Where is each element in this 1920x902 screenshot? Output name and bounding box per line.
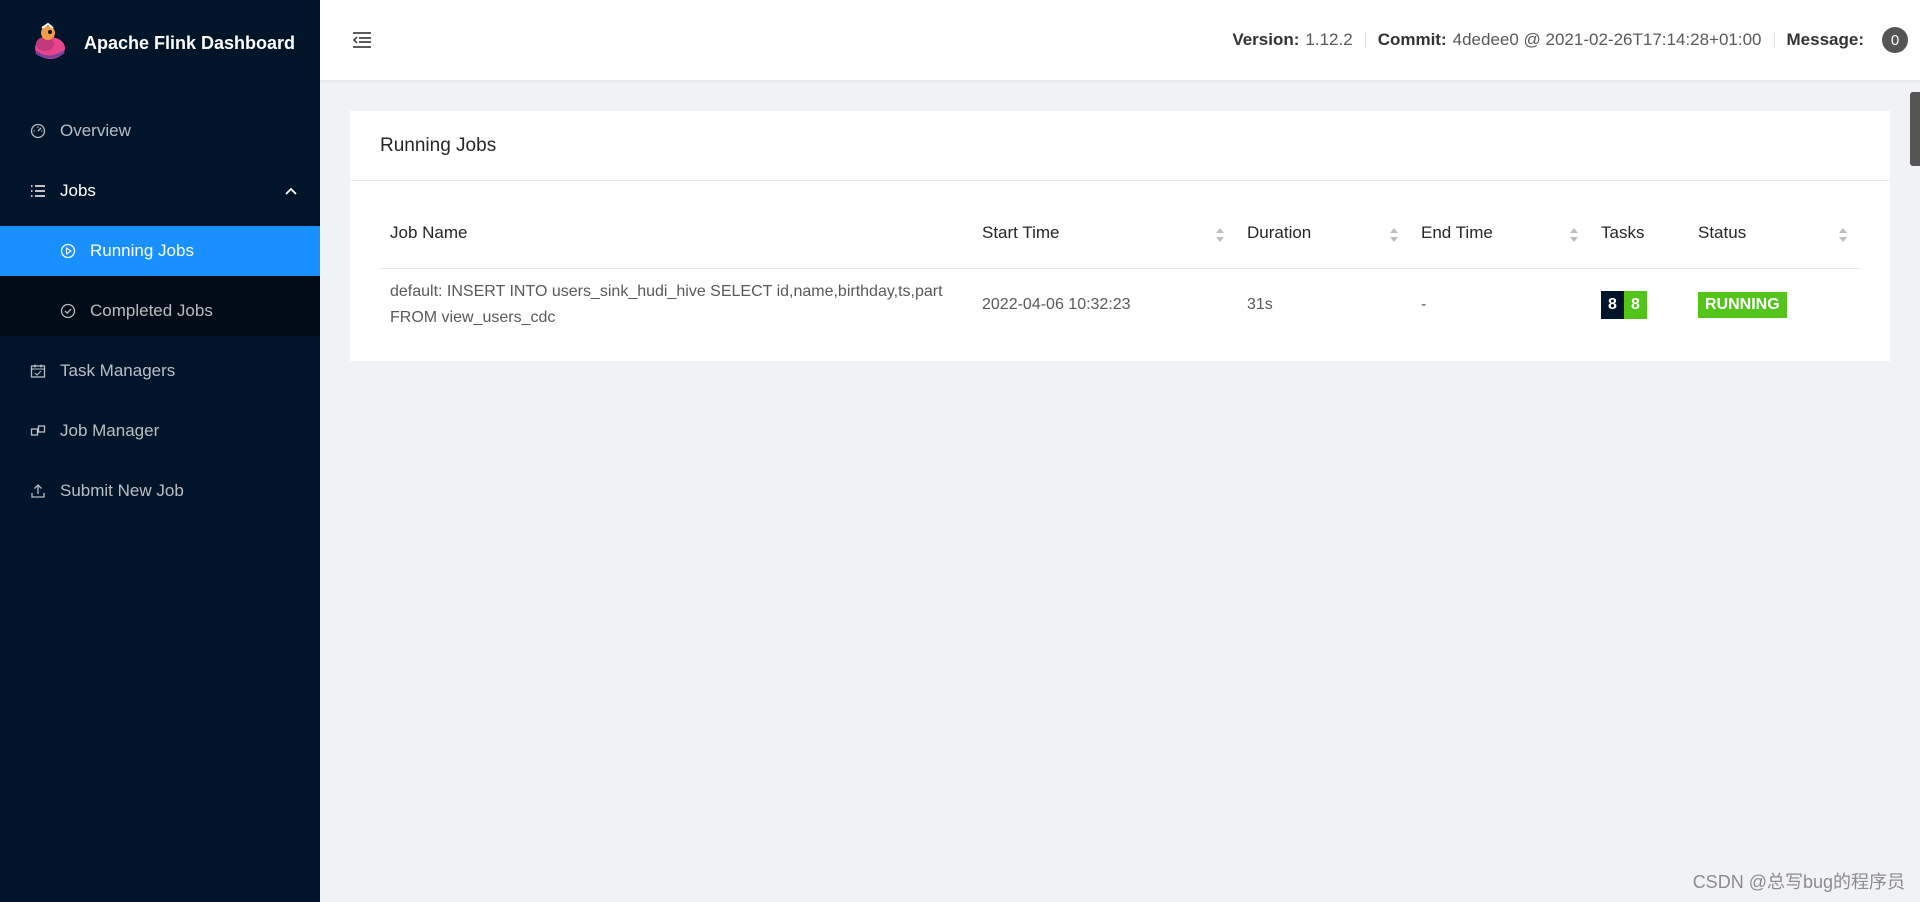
column-header-label: Duration [1247, 223, 1312, 242]
column-header-duration[interactable]: Duration [1237, 223, 1411, 243]
sidebar-item-label: Overview [60, 121, 131, 140]
divider [1364, 32, 1366, 48]
column-header-label: End Time [1421, 223, 1493, 242]
sidebar-item-label: Running Jobs [90, 241, 194, 260]
menu-fold-icon[interactable] [350, 28, 374, 52]
start-time-cell: 2022-04-06 10:32:23 [982, 296, 1131, 313]
jobs-submenu: Running Jobs Completed Jobs [0, 226, 320, 336]
column-header-label: Status [1698, 223, 1747, 242]
commit-label: Commit: [1377, 30, 1447, 49]
tasks-running-badge: 8 [1624, 291, 1647, 319]
version-label: Version: [1232, 30, 1300, 49]
sort-icon[interactable] [1569, 227, 1579, 243]
running-jobs-card: Running Jobs Job Name Start Time Duratio… [350, 111, 1890, 361]
sort-icon[interactable] [1838, 227, 1848, 243]
sidebar-item-overview[interactable]: Overview [0, 106, 320, 156]
scrollbar-thumb[interactable] [1910, 92, 1920, 166]
chevron-up-icon[interactable] [284, 184, 298, 198]
job-name-cell[interactable]: default: INSERT INTO users_sink_hudi_hiv… [380, 279, 972, 331]
card-title: Running Jobs [350, 111, 1890, 181]
duration-cell: 31s [1247, 296, 1273, 313]
sidebar-item-task-managers[interactable]: Task Managers [0, 346, 320, 396]
message-count-badge[interactable]: 0 [1882, 27, 1908, 53]
build-icon [30, 423, 46, 439]
sidebar-item-job-manager[interactable]: Job Manager [0, 406, 320, 456]
tasks-cell: 8 8 [1591, 291, 1688, 319]
version-value: 1.12.2 [1305, 30, 1353, 49]
sort-icon[interactable] [1389, 227, 1399, 243]
column-header-tasks: Tasks [1601, 223, 1645, 242]
play-circle-icon [60, 243, 76, 259]
column-header-status[interactable]: Status [1688, 223, 1860, 243]
watermark: CSDN @总写bug的程序员 [1692, 872, 1905, 892]
commit-value: 4dedee0 @ 2021-02-26T17:14:28+01:00 [1452, 30, 1762, 49]
column-header-label: Start Time [982, 223, 1060, 242]
sidebar-item-submit-new-job[interactable]: Submit New Job [0, 466, 320, 516]
sidebar-item-label: Job Manager [60, 421, 160, 440]
message-label: Message: [1786, 30, 1864, 49]
end-time-cell: - [1421, 296, 1427, 313]
list-icon [30, 183, 46, 199]
sidebar: Apache Flink Dashboard Overview Jobs Run… [0, 0, 320, 902]
top-header: Version: 1.12.2 Commit: 4dedee0 @ 2021-0… [320, 0, 1920, 80]
job-name-line: FROM view_users_cdc [390, 309, 556, 326]
divider [1773, 32, 1775, 48]
upload-icon [30, 483, 46, 499]
job-name-line: default: INSERT INTO users_sink_hudi_hiv… [390, 283, 943, 300]
jobs-table: Job Name Start Time Duration End Time Ta… [380, 211, 1860, 341]
column-header-job-name: Job Name [390, 223, 468, 242]
column-header-start-time[interactable]: Start Time [972, 223, 1237, 243]
tasks-total-badge: 8 [1601, 291, 1624, 319]
brand[interactable]: Apache Flink Dashboard [0, 0, 320, 86]
status-cell: RUNNING [1688, 292, 1860, 318]
flink-logo-icon [35, 22, 65, 59]
sidebar-item-running-jobs[interactable]: Running Jobs [0, 226, 320, 276]
app-title: Apache Flink Dashboard [84, 32, 296, 53]
sidebar-item-label: Task Managers [60, 361, 176, 380]
schedule-icon [30, 363, 46, 379]
sidebar-item-jobs[interactable]: Jobs [0, 166, 320, 216]
status-badge: RUNNING [1698, 292, 1787, 318]
dashboard-icon [30, 123, 46, 139]
column-header-end-time[interactable]: End Time [1411, 223, 1591, 243]
table-header: Job Name Start Time Duration End Time Ta… [380, 211, 1860, 269]
sidebar-item-label: Submit New Job [60, 481, 184, 500]
header-info: Version: 1.12.2 Commit: 4dedee0 @ 2021-0… [1232, 27, 1908, 53]
sidebar-item-label: Completed Jobs [90, 301, 213, 320]
sidebar-item-label: Jobs [60, 181, 96, 200]
sidebar-item-completed-jobs[interactable]: Completed Jobs [0, 286, 320, 336]
check-circle-icon [60, 303, 76, 319]
table-row[interactable]: default: INSERT INTO users_sink_hudi_hiv… [380, 269, 1860, 341]
sort-icon[interactable] [1215, 227, 1225, 243]
